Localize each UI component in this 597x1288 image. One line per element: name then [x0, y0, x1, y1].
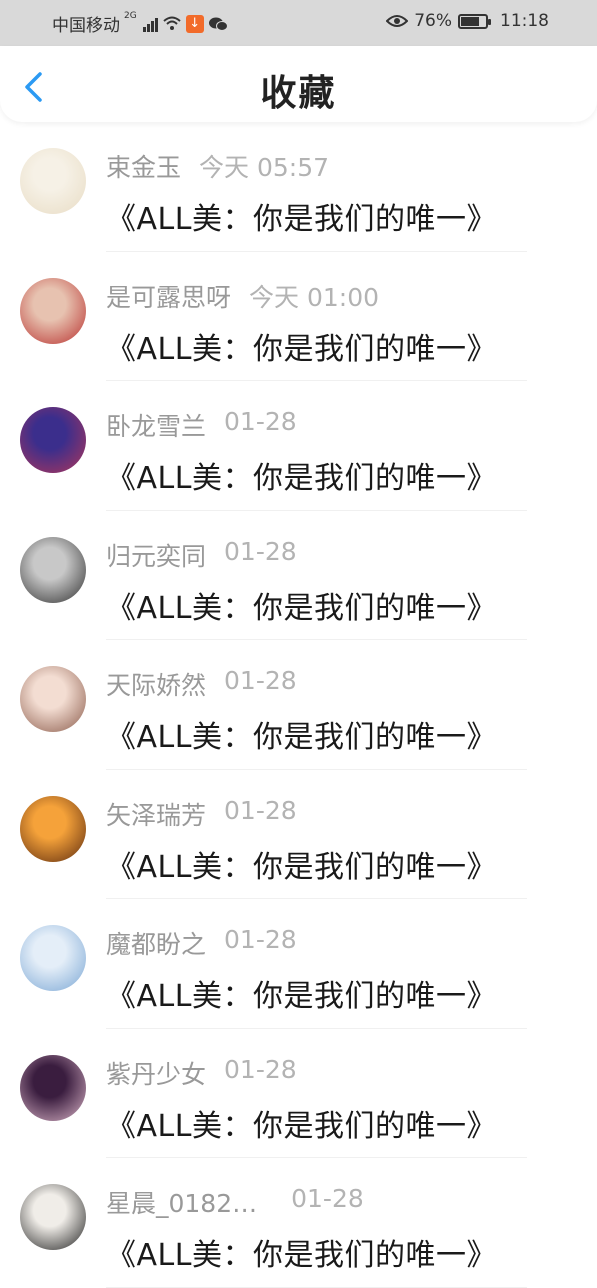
item-meta: 天际娇然 01-28 [106, 666, 297, 702]
list-item[interactable]: 星晨_0182… 01-28 《ALL美：你是我们的唯一》 [0, 1158, 597, 1288]
favorite-title[interactable]: 《ALL美：你是我们的唯一》 [106, 971, 497, 1015]
status-right: 76% 11:18 [386, 11, 549, 31]
network-type: 2G [124, 11, 137, 21]
wifi-icon [163, 16, 181, 30]
list-item[interactable]: 是可露思呀 今天 01:00 《ALL美：你是我们的唯一》 [0, 252, 597, 381]
avatar[interactable] [20, 795, 86, 862]
user-name[interactable]: 天际娇然 [106, 666, 206, 702]
user-name[interactable]: 紫丹少女 [106, 1055, 206, 1091]
item-meta: 卧龙雪兰 01-28 [106, 407, 297, 443]
favorite-title[interactable]: 《ALL美：你是我们的唯一》 [106, 1230, 497, 1274]
avatar[interactable] [20, 1054, 86, 1121]
item-meta: 束金玉 今天 05:57 [106, 148, 329, 184]
list-item[interactable]: 卧龙雪兰 01-28 《ALL美：你是我们的唯一》 [0, 381, 597, 511]
favorites-list: 束金玉 今天 05:57 《ALL美：你是我们的唯一》 是可露思呀 今天 01:00 《A… [0, 122, 597, 1288]
item-meta: 归元奕同 01-28 [106, 537, 297, 573]
user-name[interactable]: 矢泽瑞芳 [106, 796, 206, 832]
user-name[interactable]: 归元奕同 [106, 537, 206, 573]
carrier-label: 中国移动 [52, 16, 120, 36]
timestamp: 今天 01:00 [249, 282, 380, 312]
timestamp: 01-28 [224, 536, 297, 566]
battery-percent: 76% [414, 11, 452, 31]
favorite-title[interactable]: 《ALL美：你是我们的唯一》 [106, 324, 497, 368]
divider [106, 1286, 527, 1288]
list-item[interactable]: 天际娇然 01-28 《ALL美：你是我们的唯一》 [0, 640, 597, 770]
timestamp: 01-28 [224, 666, 297, 695]
item-meta: 矢泽瑞芳 01-28 [106, 796, 297, 832]
download-icon: ↓ [185, 14, 204, 33]
item-meta: 紫丹少女 01-28 [106, 1055, 297, 1091]
list-item[interactable]: 魔都盼之 01-28 《ALL美：你是我们的唯一》 [0, 899, 597, 1029]
user-name[interactable]: 是可露思呀 [106, 278, 231, 314]
list-item[interactable]: 归元奕同 01-28 《ALL美：你是我们的唯一》 [0, 511, 597, 640]
wechat-icon [208, 17, 228, 31]
favorite-title[interactable]: 《ALL美：你是我们的唯一》 [106, 842, 497, 886]
favorite-title[interactable]: 《ALL美：你是我们的唯一》 [106, 712, 497, 756]
item-meta: 魔都盼之 01-28 [106, 925, 297, 961]
user-name[interactable]: 星晨_0182… [106, 1184, 257, 1220]
status-bar: 中国移动 2G ↓ 76% 11:18 [0, 0, 597, 46]
battery-icon [458, 13, 491, 29]
user-name[interactable]: 束金玉 [106, 148, 181, 184]
item-meta: 是可露思呀 今天 01:00 [106, 278, 379, 314]
page-title: 收藏 [260, 73, 337, 114]
item-meta: 星晨_0182… 01-28 [106, 1184, 364, 1220]
user-name[interactable]: 魔都盼之 [106, 925, 206, 961]
timestamp: 01-28 [224, 1054, 297, 1084]
eye-icon [386, 15, 409, 27]
user-name[interactable]: 卧龙雪兰 [106, 407, 206, 443]
nav-header: 收藏 [0, 46, 597, 122]
avatar[interactable] [20, 1184, 86, 1250]
timestamp: 01-28 [224, 925, 297, 954]
list-item[interactable]: 紫丹少女 01-28 《ALL美：你是我们的唯一》 [0, 1029, 597, 1158]
timestamp: 01-28 [224, 795, 297, 825]
status-left: 中国移动 2G ↓ [52, 11, 228, 36]
favorite-title[interactable]: 《ALL美：你是我们的唯一》 [106, 194, 497, 238]
avatar[interactable] [20, 925, 86, 991]
avatar[interactable] [20, 148, 86, 214]
avatar[interactable] [20, 407, 86, 473]
avatar[interactable] [20, 666, 86, 732]
favorite-title[interactable]: 《ALL美：你是我们的唯一》 [106, 583, 497, 627]
signal-icon [142, 16, 158, 32]
avatar[interactable] [20, 277, 86, 344]
list-item[interactable]: 矢泽瑞芳 01-28 《ALL美：你是我们的唯一》 [0, 770, 597, 899]
favorite-title[interactable]: 《ALL美：你是我们的唯一》 [106, 1101, 497, 1145]
timestamp: 01-28 [224, 407, 297, 436]
list-item[interactable]: 束金玉 今天 05:57 《ALL美：你是我们的唯一》 [0, 122, 597, 252]
timestamp: 今天 05:57 [199, 153, 330, 182]
timestamp: 01-28 [291, 1184, 364, 1213]
avatar[interactable] [20, 536, 86, 603]
clock: 11:18 [500, 11, 549, 31]
favorite-title[interactable]: 《ALL美：你是我们的唯一》 [106, 453, 497, 497]
